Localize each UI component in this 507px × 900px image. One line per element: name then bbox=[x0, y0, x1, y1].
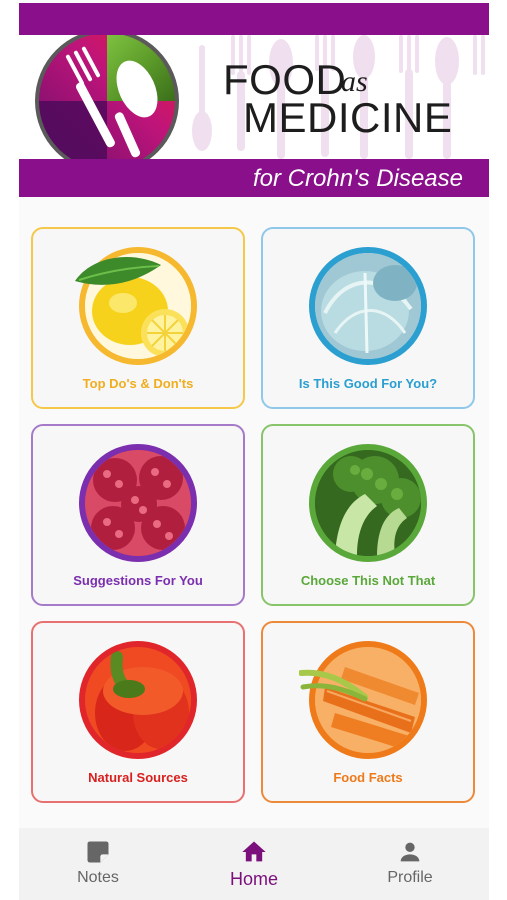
person-icon bbox=[400, 842, 420, 862]
nav-label-home: Home bbox=[229, 869, 278, 889]
note-icon bbox=[87, 841, 109, 863]
cabbage-icon bbox=[309, 247, 427, 365]
tile-label: Is This Good For You? bbox=[298, 376, 438, 391]
tile-suggestions[interactable]: Suggestions For You bbox=[31, 424, 245, 606]
app-logo bbox=[33, 35, 181, 159]
nav-label-notes: Notes bbox=[77, 869, 119, 886]
lemon-leaf bbox=[75, 257, 161, 285]
title-medicine: MEDICINE bbox=[243, 94, 453, 141]
tile-label: Choose This Not That bbox=[300, 573, 436, 588]
subtitle-bar: for Crohn's Disease bbox=[19, 159, 489, 197]
broccoli-icon bbox=[309, 444, 427, 562]
nav-profile[interactable]: Profile bbox=[350, 838, 470, 887]
fork-and-spoon-icon bbox=[35, 35, 179, 159]
home-icon bbox=[242, 841, 266, 862]
tile-food-facts[interactable]: Food Facts bbox=[261, 621, 475, 803]
carrot-greens bbox=[299, 669, 368, 702]
nav-label-profile: Profile bbox=[387, 869, 433, 886]
top-color-bar bbox=[19, 3, 489, 35]
app-subtitle: for Crohn's Disease bbox=[253, 165, 463, 192]
tile-top-dos-donts[interactable]: Top Do's & Don'ts bbox=[31, 227, 245, 409]
tile-choose-this[interactable]: Choose This Not That bbox=[261, 424, 475, 606]
nav-notes[interactable]: Notes bbox=[38, 838, 158, 887]
tile-label: Top Do's & Don'ts bbox=[82, 376, 194, 391]
app-screen: FOOD as MEDICINE for Crohn's Disease Top… bbox=[19, 0, 489, 900]
tile-label: Natural Sources bbox=[88, 770, 188, 785]
tile-is-this-good[interactable]: Is This Good For You? bbox=[261, 227, 475, 409]
tile-label: Food Facts bbox=[333, 770, 403, 785]
red-pepper-icon bbox=[79, 641, 197, 759]
raspberry-icon bbox=[79, 444, 197, 562]
bottom-navigation: Notes Home Profile bbox=[19, 828, 489, 900]
app-wordmark: FOOD as MEDICINE bbox=[219, 59, 489, 149]
tile-natural-sources[interactable]: Natural Sources bbox=[31, 621, 245, 803]
header-banner: FOOD as MEDICINE bbox=[19, 35, 489, 159]
tile-label: Suggestions For You bbox=[73, 573, 203, 588]
nav-home[interactable]: Home bbox=[194, 838, 314, 890]
